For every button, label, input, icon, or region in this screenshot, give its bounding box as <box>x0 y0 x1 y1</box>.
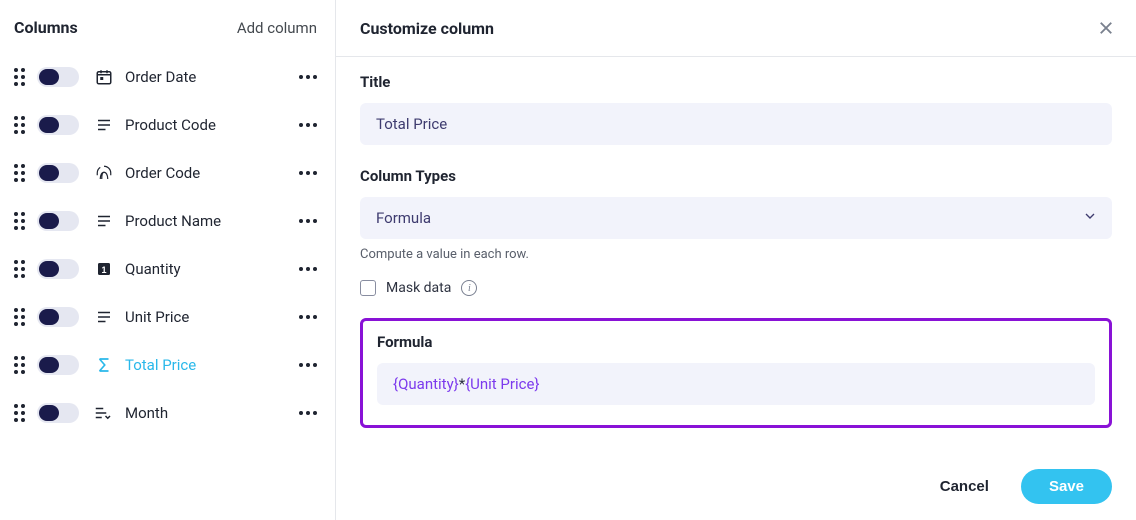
text-icon <box>93 212 115 230</box>
columns-sidebar: Columns Add column Order Date Product Cod… <box>0 0 336 520</box>
column-label: Total Price <box>125 356 295 374</box>
row-menu-button[interactable] <box>295 71 321 83</box>
calendar-icon <box>93 68 115 86</box>
visibility-toggle[interactable] <box>37 307 79 327</box>
number-icon: 1 <box>93 260 115 278</box>
visibility-toggle[interactable] <box>37 211 79 231</box>
column-row[interactable]: 1 Quantity <box>10 245 325 293</box>
column-type-hint: Compute a value in each row. <box>360 247 1112 262</box>
add-column-button[interactable]: Add column <box>237 19 317 37</box>
title-input[interactable] <box>360 103 1112 145</box>
column-types-label: Column Types <box>360 167 1112 185</box>
drag-handle-icon[interactable] <box>14 356 25 374</box>
drag-handle-icon[interactable] <box>14 68 25 86</box>
column-label: Unit Price <box>125 308 295 326</box>
formula-section: Formula {Quantity}*{Unit Price} <box>360 318 1112 428</box>
column-list: Order Date Product Code Order Code Product … <box>10 53 325 437</box>
drag-handle-icon[interactable] <box>14 404 25 422</box>
column-label: Order Code <box>125 164 295 182</box>
sidebar-title: Columns <box>14 18 78 37</box>
row-menu-button[interactable] <box>295 215 321 227</box>
visibility-toggle[interactable] <box>37 67 79 87</box>
row-menu-button[interactable] <box>295 311 321 323</box>
column-label: Order Date <box>125 68 295 86</box>
customize-panel: Customize column Title Column Types Form… <box>336 0 1136 520</box>
column-label: Product Name <box>125 212 295 230</box>
visibility-toggle[interactable] <box>37 403 79 423</box>
drag-handle-icon[interactable] <box>14 212 25 230</box>
column-label: Product Code <box>125 116 295 134</box>
formula-token-b: {Unit Price} <box>465 375 539 393</box>
text-icon <box>93 308 115 326</box>
close-button[interactable] <box>1092 14 1120 42</box>
row-menu-button[interactable] <box>295 119 321 131</box>
formula-input[interactable]: {Quantity}*{Unit Price} <box>377 363 1095 405</box>
text-icon <box>93 116 115 134</box>
visibility-toggle[interactable] <box>37 259 79 279</box>
visibility-toggle[interactable] <box>37 163 79 183</box>
column-row[interactable]: Month <box>10 389 325 437</box>
row-menu-button[interactable] <box>295 167 321 179</box>
column-row[interactable]: Unit Price <box>10 293 325 341</box>
cancel-button[interactable]: Cancel <box>934 470 995 503</box>
column-row[interactable]: Order Code <box>10 149 325 197</box>
row-menu-button[interactable] <box>295 407 321 419</box>
visibility-toggle[interactable] <box>37 355 79 375</box>
panel-title: Customize column <box>360 19 494 38</box>
svg-text:1: 1 <box>101 265 106 275</box>
drag-handle-icon[interactable] <box>14 260 25 278</box>
column-label: Month <box>125 404 295 422</box>
column-type-value: Formula <box>376 209 431 227</box>
fingerprint-icon <box>93 164 115 182</box>
column-row[interactable]: Order Date <box>10 53 325 101</box>
title-label: Title <box>360 73 1112 91</box>
column-row[interactable]: Total Price <box>10 341 325 389</box>
chevron-down-icon <box>1082 208 1098 228</box>
row-menu-button[interactable] <box>295 359 321 371</box>
drag-handle-icon[interactable] <box>14 308 25 326</box>
save-button[interactable]: Save <box>1021 469 1112 504</box>
sigma-icon <box>93 356 115 374</box>
formula-label: Formula <box>377 333 1095 351</box>
column-row[interactable]: Product Code <box>10 101 325 149</box>
drag-handle-icon[interactable] <box>14 116 25 134</box>
visibility-toggle[interactable] <box>37 115 79 135</box>
mask-data-label: Mask data <box>386 280 451 296</box>
drag-handle-icon[interactable] <box>14 164 25 182</box>
column-label: Quantity <box>125 260 295 278</box>
info-icon[interactable]: i <box>461 280 477 296</box>
column-row[interactable]: Product Name <box>10 197 325 245</box>
row-menu-button[interactable] <box>295 263 321 275</box>
mask-data-checkbox[interactable] <box>360 280 376 296</box>
formula-token-a: {Quantity} <box>393 375 459 393</box>
sort-icon <box>93 404 115 422</box>
column-type-select[interactable]: Formula <box>360 197 1112 239</box>
